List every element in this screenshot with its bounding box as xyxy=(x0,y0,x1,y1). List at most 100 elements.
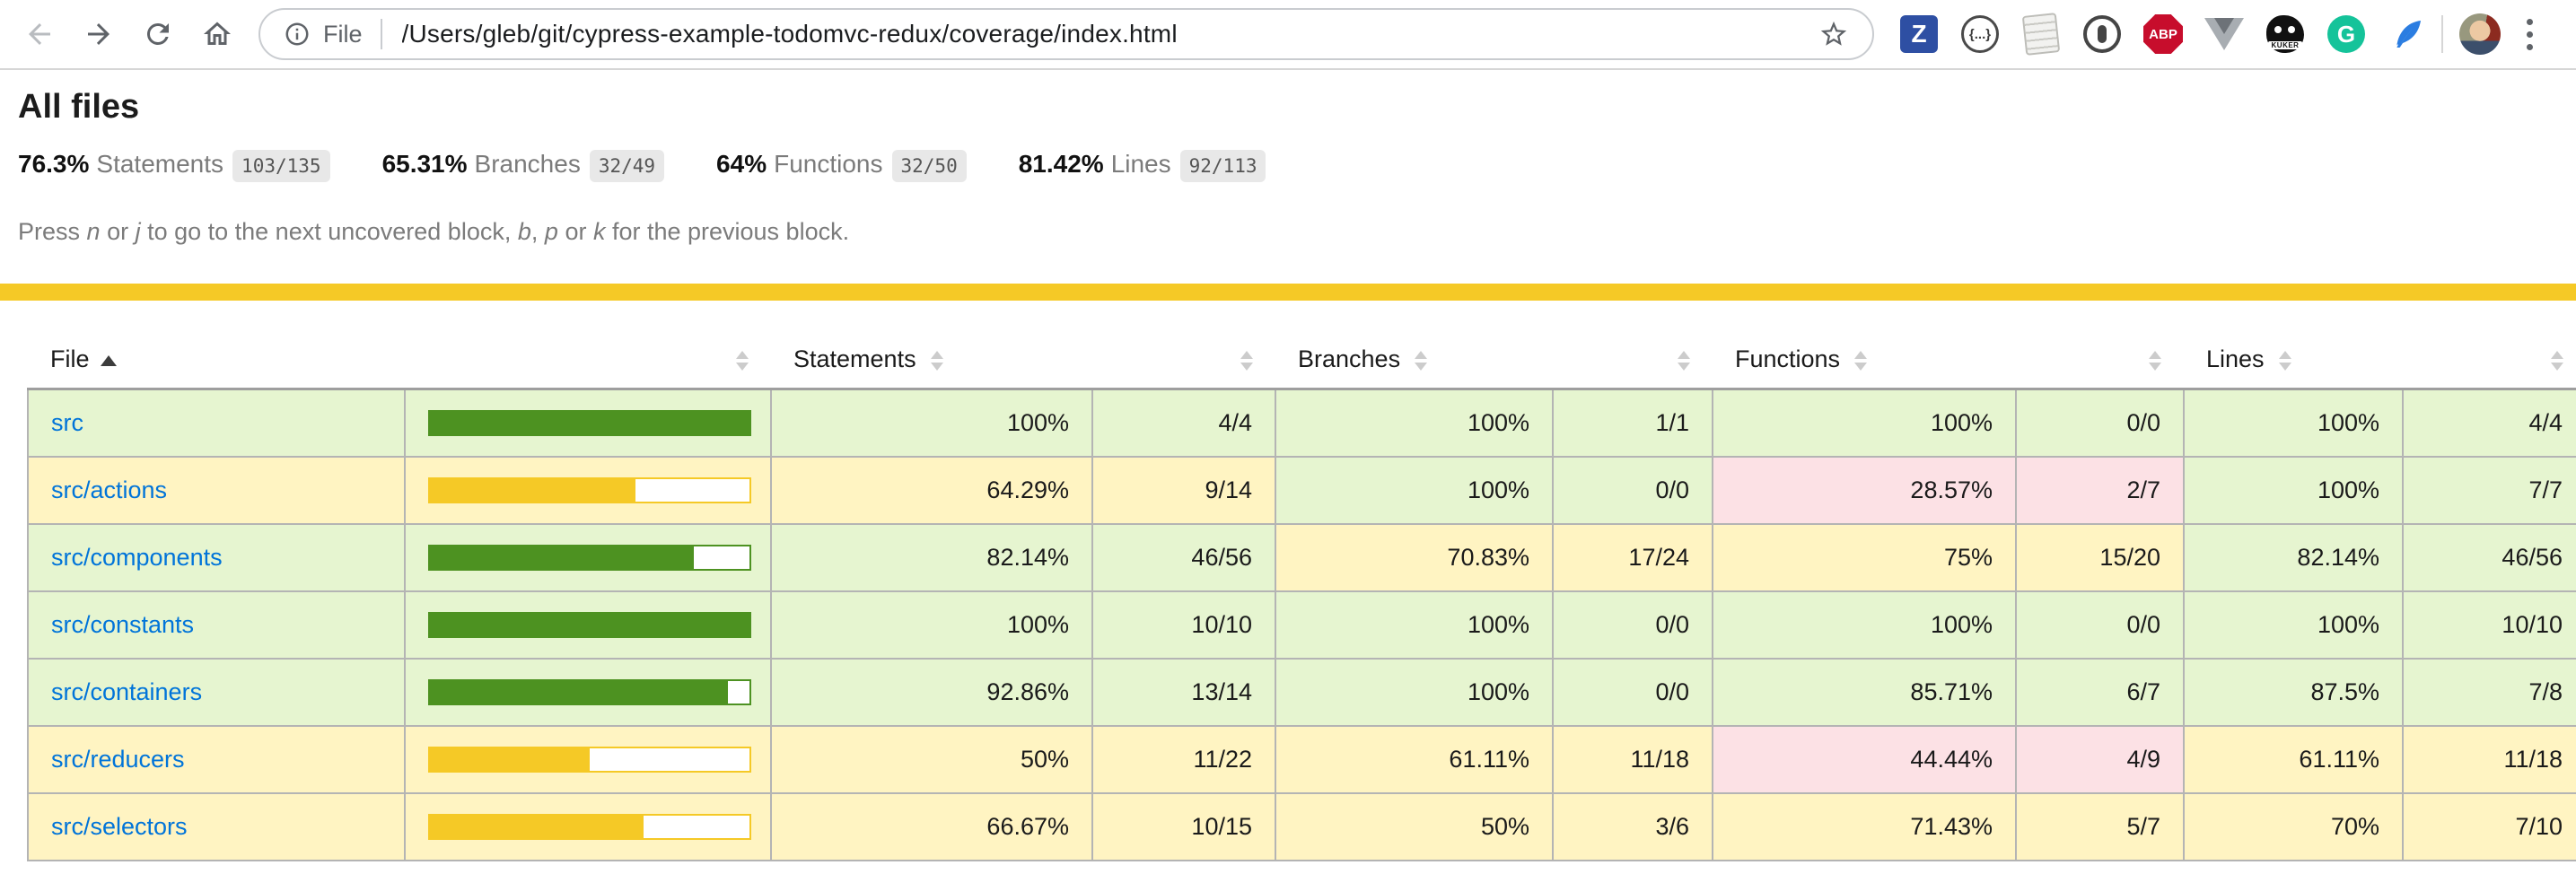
url-text[interactable]: /Users/gleb/git/cypress-example-todomvc-… xyxy=(402,20,1804,48)
metric-label: Statements xyxy=(96,150,223,178)
metric-label: Branches xyxy=(475,150,581,178)
pct-cell: 28.57% xyxy=(1713,457,2016,524)
file-link[interactable]: src xyxy=(51,409,83,436)
grammarly-extension-icon[interactable]: G xyxy=(2326,14,2366,54)
profile-avatar[interactable] xyxy=(2459,13,2501,55)
file-link[interactable]: src/reducers xyxy=(51,746,185,773)
column-header-sorter[interactable] xyxy=(405,301,771,389)
table-row: src/actions64.29%9/14100%0/028.57%2/7100… xyxy=(28,457,2576,524)
frac-cell: 0/0 xyxy=(2016,389,2184,458)
pct-cell: 92.86% xyxy=(771,659,1092,726)
sort-ascending-icon xyxy=(101,355,117,366)
frac-cell: 11/18 xyxy=(2403,726,2576,793)
kuker-extension-icon[interactable]: KUKER xyxy=(2265,14,2305,54)
sorter-icon xyxy=(736,351,749,371)
frac-cell: 0/0 xyxy=(2016,591,2184,659)
metric-fraction: 32/50 xyxy=(892,150,967,182)
metric-label: Lines xyxy=(1111,150,1171,178)
frac-cell: 2/7 xyxy=(2016,457,2184,524)
table-header-row: File Statements Branches Functions Lines xyxy=(28,301,2576,389)
frac-cell: 46/56 xyxy=(2403,524,2576,591)
frac-cell: 7/8 xyxy=(2403,659,2576,726)
summary-metric: 81.42%Lines92/113 xyxy=(1019,150,1266,179)
column-header-lines[interactable]: Lines xyxy=(2184,301,2403,389)
table-row: src/containers92.86%13/14100%0/085.71%6/… xyxy=(28,659,2576,726)
coverage-bar xyxy=(428,747,751,773)
coverage-bar-fill xyxy=(428,747,590,773)
coverage-status-line xyxy=(0,284,2576,301)
browser-toolbar: File /Users/gleb/git/cypress-example-tod… xyxy=(0,0,2576,70)
back-button[interactable] xyxy=(16,11,63,57)
frac-cell: 0/0 xyxy=(1553,457,1713,524)
column-header-file[interactable]: File xyxy=(28,301,405,389)
page-title: All files xyxy=(18,88,2558,127)
pct-cell: 44.44% xyxy=(1713,726,2016,793)
sorter-icon xyxy=(2279,351,2291,371)
hint-text: n xyxy=(87,218,101,245)
file-link[interactable]: src/constants xyxy=(51,611,194,638)
hint-text: to go to the next uncovered block, xyxy=(141,218,518,245)
vue-devtools-extension-icon[interactable] xyxy=(2204,14,2244,54)
frac-cell: 6/7 xyxy=(2016,659,2184,726)
frac-cell: 10/10 xyxy=(1092,591,1275,659)
pct-cell: 100% xyxy=(2184,389,2403,458)
file-link[interactable]: src/actions xyxy=(51,476,167,503)
adblock-plus-extension-icon[interactable]: ABP xyxy=(2143,14,2183,54)
hint-text: , xyxy=(531,218,545,245)
column-header-sorter[interactable] xyxy=(1092,301,1275,389)
keyboard-hint: Press n or j to go to the next uncovered… xyxy=(18,218,2558,246)
frac-cell: 0/0 xyxy=(1553,659,1713,726)
bar-cell xyxy=(405,659,771,726)
coverage-table: File Statements Branches Functions Lines src… xyxy=(27,301,2576,861)
column-header-sorter[interactable] xyxy=(2403,301,2576,389)
url-scheme-label: File xyxy=(323,21,363,48)
reload-icon xyxy=(142,18,174,50)
file-link[interactable]: src/containers xyxy=(51,678,202,705)
home-button[interactable] xyxy=(194,11,241,57)
column-label: Branches xyxy=(1298,345,1400,372)
column-header-sorter[interactable] xyxy=(2016,301,2184,389)
hint-text: for the previous block. xyxy=(605,218,849,245)
json-viewer-extension-icon[interactable]: {...} xyxy=(1960,14,2000,54)
table-row: src/selectors66.67%10/1550%3/671.43%5/77… xyxy=(28,793,2576,861)
frac-cell: 7/7 xyxy=(2403,457,2576,524)
coverage-bar xyxy=(428,410,751,436)
forward-button[interactable] xyxy=(75,11,122,57)
column-label: Statements xyxy=(793,345,916,372)
file-link[interactable]: src/components xyxy=(51,544,223,571)
sorter-icon xyxy=(1854,351,1867,371)
reload-button[interactable] xyxy=(135,11,181,57)
column-header-branches[interactable]: Branches xyxy=(1275,301,1553,389)
page-info-icon[interactable] xyxy=(284,21,311,48)
pct-cell: 100% xyxy=(771,591,1092,659)
hint-text: Press xyxy=(18,218,87,245)
bar-cell xyxy=(405,524,771,591)
zotero-extension-icon[interactable]: Z xyxy=(1899,14,1939,54)
summary-metric: 76.3%Statements103/135 xyxy=(18,150,330,179)
browser-menu-button[interactable] xyxy=(2511,13,2547,55)
hint-text: or xyxy=(558,218,593,245)
bookmark-star-icon[interactable] xyxy=(1818,19,1849,49)
column-header-functions[interactable]: Functions xyxy=(1713,301,2016,389)
coverage-bar-empty xyxy=(694,545,751,571)
column-header-statements[interactable]: Statements xyxy=(771,301,1092,389)
column-header-sorter[interactable] xyxy=(1553,301,1713,389)
coverage-bar-fill xyxy=(428,477,635,503)
frac-cell: 4/4 xyxy=(2403,389,2576,458)
coverage-bar xyxy=(428,814,751,840)
notes-extension-icon[interactable] xyxy=(2021,14,2061,54)
onepassword-extension-icon[interactable] xyxy=(2082,14,2122,54)
file-link[interactable]: src/selectors xyxy=(51,813,188,840)
feather-extension-icon[interactable] xyxy=(2388,14,2427,54)
address-bar[interactable]: File /Users/gleb/git/cypress-example-tod… xyxy=(258,8,1874,60)
sorter-icon xyxy=(1415,351,1427,371)
metric-fraction: 32/49 xyxy=(590,150,664,182)
coverage-report: All files 76.3%Statements103/13565.31%Br… xyxy=(0,70,2576,861)
sorter-icon xyxy=(1240,351,1253,371)
coverage-bar-fill xyxy=(428,612,751,638)
coverage-bar-fill xyxy=(428,814,644,840)
pct-cell: 100% xyxy=(2184,591,2403,659)
forward-arrow-icon xyxy=(83,18,115,50)
coverage-bar xyxy=(428,679,751,705)
frac-cell: 15/20 xyxy=(2016,524,2184,591)
